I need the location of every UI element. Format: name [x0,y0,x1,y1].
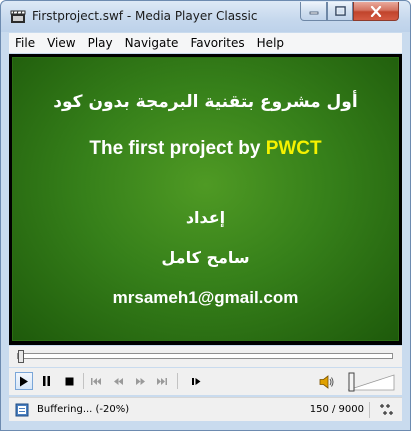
toolbar-separator [177,373,178,389]
video-area[interactable]: أول مشروع بتقنية البرمجة بدون كود The fi… [9,54,402,345]
film-icon [15,403,29,417]
volume-slider[interactable] [346,371,396,393]
skip-back-icon [91,377,101,385]
toolbar-separator [83,373,84,389]
menu-navigate[interactable]: Navigate [119,33,185,53]
english-title-line: The first project by PWCT [13,138,398,160]
next-button[interactable] [153,372,171,390]
pause-icon [42,376,50,386]
author-name: سامح كامل [161,248,250,267]
frame-step-button[interactable] [187,372,205,390]
prepared-by-label: إعداد [185,208,226,227]
play-icon [20,376,28,386]
menu-bar: File View Play Navigate Favorites Help [9,33,402,53]
stop-button[interactable] [60,372,78,390]
rewind-icon [113,377,123,385]
menu-favorites[interactable]: Favorites [184,33,250,53]
frame-counter: 150 / 9000 [309,404,364,415]
frame-step-icon [191,377,200,385]
status-message: Buffering... (-20%) [37,404,130,415]
close-icon [370,5,382,17]
playback-toolbar [9,368,402,395]
author-email: mrsameh1@gmail.com [112,288,299,307]
minimize-button[interactable] [300,2,327,21]
menu-file[interactable]: File [9,33,41,53]
fast-forward-button[interactable] [131,372,149,390]
english-title-prefix: The first project by [89,138,266,159]
fast-forward-icon [135,377,145,385]
maximize-icon [334,6,346,16]
menu-view[interactable]: View [41,33,81,53]
speaker-icon[interactable] [319,374,335,390]
skip-forward-icon [157,377,167,385]
menu-help[interactable]: Help [251,33,290,53]
seek-bar[interactable] [9,346,402,367]
video-slide: أول مشروع بتقنية البرمجة بدون كود The fi… [12,57,399,341]
media-player-window: Firstproject.swf - Media Player Classic … [0,0,411,431]
play-button[interactable] [15,372,33,390]
stop-icon [65,377,73,385]
rewind-button[interactable] [109,372,127,390]
title-bar[interactable]: Firstproject.swf - Media Player Classic [1,1,410,32]
film-clapper-icon [10,10,26,23]
minimize-icon [309,11,318,15]
menu-play[interactable]: Play [82,33,119,53]
close-button[interactable] [353,2,399,21]
pwct-highlight: PWCT [265,138,322,159]
seek-track[interactable] [17,353,393,359]
window-title: Firstproject.swf - Media Player Classic [32,9,258,23]
previous-button[interactable] [87,372,105,390]
pause-button[interactable] [37,372,55,390]
status-separator [369,402,370,418]
maximize-button[interactable] [327,2,353,21]
resize-grip-icon[interactable] [378,403,396,417]
arabic-title-line: أول مشروع بتقنية البرمجة بدون كود [53,92,358,112]
window-frame-bottom [1,421,410,430]
seek-thumb[interactable] [18,350,24,363]
status-bar: Buffering... (-20%) 150 / 9000 [9,397,402,421]
